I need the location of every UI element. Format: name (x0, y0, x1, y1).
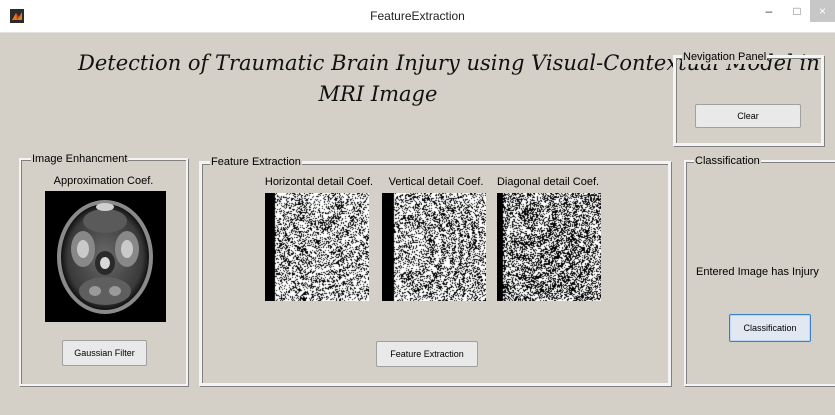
classification-button[interactable]: Classification (729, 314, 811, 342)
clear-button[interactable]: Clear (695, 104, 801, 128)
page-title-line1: Detection of Traumatic Brain Injury usin… (78, 51, 820, 75)
navigation-panel: Nevigation Panel Clear (673, 50, 824, 146)
window-titlebar: FeatureExtraction – □ × (0, 0, 835, 33)
classification-title: Classification (694, 154, 761, 168)
feature-extraction-title: Feature Extraction (210, 155, 302, 169)
close-button[interactable]: × (810, 0, 835, 22)
image-enhancement-title: Image Enhancment (31, 152, 129, 166)
close-icon: × (818, 4, 826, 18)
approximation-coef-label: Approximation Coef. (53, 175, 154, 187)
diagonal-detail-image (497, 193, 601, 301)
minimize-button[interactable]: – (755, 0, 783, 22)
diagonal-coef-label: Diagonal detail Coef. (496, 176, 600, 188)
window-title: FeatureExtraction (370, 9, 465, 23)
approximation-image (45, 191, 166, 322)
horizontal-detail-image (265, 193, 369, 301)
page-title-line2: MRI Image (318, 82, 438, 106)
vertical-coef-label: Vertical detail Coef. (388, 176, 484, 188)
feature-extraction-panel: Feature Extraction Horizontal detail Coe… (199, 155, 671, 386)
horizontal-coef-label: Horizontal detail Coef. (264, 176, 374, 188)
classification-panel: Classification Entered Image has Injury … (684, 154, 835, 386)
page-title: Detection of Traumatic Brain Injury usin… (78, 48, 820, 110)
navigation-panel-title: Nevigation Panel (682, 50, 768, 64)
image-enhancement-panel: Image Enhancment Approximation Coef. Gau… (19, 152, 188, 386)
gaussian-filter-button[interactable]: Gaussian Filter (62, 340, 147, 366)
maximize-button[interactable]: □ (784, 0, 810, 22)
result-text: Entered Image has Injury (696, 266, 819, 278)
feature-extraction-button[interactable]: Feature Extraction (376, 341, 478, 367)
vertical-detail-image (382, 193, 486, 301)
